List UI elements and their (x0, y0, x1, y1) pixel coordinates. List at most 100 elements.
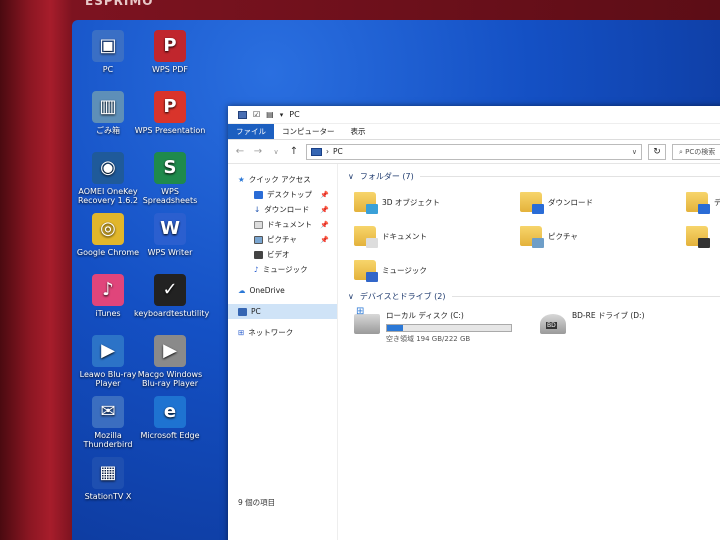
nav-onedrive[interactable]: ☁ OneDrive (228, 283, 337, 298)
leawo-player-icon: ▶ (92, 335, 124, 367)
chevron-down-icon[interactable]: ▾ (280, 111, 284, 119)
chevron-down-icon[interactable]: ∨ (632, 148, 637, 156)
folder-icon (686, 226, 710, 248)
folder-item[interactable]: 3D オブジェクト (354, 188, 520, 216)
folder-icon (354, 192, 378, 214)
keyboard-test-icon: ✓ (154, 274, 186, 306)
chevron-down-icon: ∨ (348, 291, 354, 301)
window-title: PC (289, 110, 300, 119)
drives-group-header[interactable]: ∨ デバイスとドライブ (2) (348, 288, 720, 304)
tab-view[interactable]: 表示 (343, 124, 374, 139)
nav-label: ドキュメント (267, 220, 312, 229)
nav-label: ダウンロード (264, 205, 310, 214)
wps-writer-icon: W (154, 213, 186, 245)
search-input[interactable]: ⌕ PCの検索 (672, 143, 720, 160)
nav-videos[interactable]: ビデオ (228, 247, 337, 262)
nav-desktop[interactable]: デスクトップ 📌 (228, 187, 337, 202)
folder-label: ピクチャ (548, 231, 578, 241)
refresh-button[interactable]: ↻ (648, 143, 666, 160)
folder-icon (354, 260, 378, 282)
nav-label: デスクトップ (267, 190, 312, 199)
folders-group-header[interactable]: ∨ フォルダー (7) (348, 168, 720, 184)
station-tv-icon: ▦ (92, 457, 124, 489)
desktop-icon-wps-presentation[interactable]: P WPS Presentation (134, 91, 206, 135)
pin-icon[interactable]: 📌 (320, 206, 329, 214)
desktop-icon-label: WPS Writer (147, 248, 193, 257)
desktop-icon-macgo-player[interactable]: ▶ Macgo Windows Blu-ray Player (134, 335, 206, 388)
drive-list: ⊞ ローカル ディスク (C:) 空き領域 194 GB/222 GB BD B… (348, 304, 720, 344)
folder-label: ダウンロード (548, 197, 593, 207)
address-bar[interactable]: › PC ∨ (306, 143, 642, 160)
ribbon: ファイル コンピューター 表示 (228, 124, 720, 140)
itunes-icon: ♪ (92, 274, 124, 306)
nav-label: ネットワーク (248, 328, 294, 337)
macgo-player-icon: ▶ (154, 335, 186, 367)
network-icon: ⊞ (238, 328, 245, 337)
breadcrumb-separator: › (326, 147, 329, 156)
folder-item[interactable] (686, 222, 720, 250)
desktop-icon-label: Macgo Windows Blu-ray Player (137, 370, 203, 389)
breadcrumb[interactable]: PC (333, 147, 343, 156)
pin-icon[interactable]: 📌 (320, 191, 329, 199)
desktop-icon-label: WPS Presentation (134, 126, 206, 135)
desktop-icon-label: keyboardtestutility (134, 309, 210, 318)
explorer-window: ☑ ▤ ▾ PC ファイル コンピューター 表示 ← → ∨ ↑ › PC ∨ … (228, 106, 720, 540)
nav-pictures[interactable]: ピクチャ 📌 (228, 232, 337, 247)
nav-documents[interactable]: ドキュメント 📌 (228, 217, 337, 232)
folder-grid: 3D オブジェクト ダウンロード デドキュメント ピクチャミュージック (348, 184, 720, 288)
hard-drive-icon: ⊞ (354, 306, 380, 334)
forward-button[interactable]: → (252, 146, 264, 157)
up-button[interactable]: ↑ (288, 146, 300, 157)
search-placeholder: PCの検索 (685, 147, 716, 156)
star-icon: ★ (238, 175, 245, 184)
folder-label: 3D オブジェクト (382, 197, 440, 207)
pc-icon: ▣ (92, 30, 124, 62)
desktop-icon-keyboard-test[interactable]: ✓ keyboardtestutility (134, 274, 210, 318)
desktop-icon-station-tv[interactable]: ▦ StationTV X (72, 457, 144, 501)
nav-network[interactable]: ⊞ ネットワーク (228, 325, 337, 340)
desktop-icon-wps-spreadsheets[interactable]: S WPS Spreadsheets (134, 152, 206, 205)
folder-item[interactable]: デ (686, 188, 720, 216)
folder-item[interactable]: ピクチャ (520, 222, 686, 250)
nav-label: PC (251, 307, 261, 316)
drive-c[interactable]: ⊞ ローカル ディスク (C:) 空き領域 194 GB/222 GB (354, 306, 522, 344)
pin-icon[interactable]: 📌 (320, 221, 329, 229)
aomei-recovery-icon: ◉ (92, 152, 124, 184)
folder-label: ドキュメント (382, 231, 427, 241)
pc-icon (311, 147, 322, 156)
nav-pc[interactable]: PC (228, 304, 337, 319)
folder-label: デ (714, 197, 720, 207)
nav-label: ミュージック (262, 265, 308, 274)
desktop-icon-wps-pdf[interactable]: P WPS PDF (134, 30, 206, 74)
drive-name: ローカル ディスク (C:) (386, 311, 464, 320)
drive-usage-bar (386, 324, 512, 332)
nav-quick-access[interactable]: ★ クイック アクセス (228, 172, 337, 187)
nav-downloads[interactable]: ↓ ダウンロード 📌 (228, 202, 337, 217)
desktop-icon-wps-writer[interactable]: W WPS Writer (134, 213, 206, 257)
tab-file[interactable]: ファイル (228, 124, 274, 139)
wps-spreadsheets-icon: S (154, 152, 186, 184)
drive-d[interactable]: BD BD-RE ドライブ (D:) (540, 310, 708, 344)
group-title: フォルダー (7) (359, 171, 414, 181)
folder-item[interactable]: ミュージック (354, 256, 520, 284)
group-title: デバイスとドライブ (2) (359, 291, 446, 301)
folder-item[interactable]: ダウンロード (520, 188, 686, 216)
thunderbird-icon: ✉ (92, 396, 124, 428)
back-button[interactable]: ← (234, 146, 246, 157)
nav-label: OneDrive (249, 286, 285, 295)
check-icon[interactable]: ☑ (253, 110, 260, 119)
nav-music[interactable]: ♪ ミュージック (228, 262, 337, 277)
download-icon: ↓ (254, 205, 261, 214)
folder-icon (686, 192, 710, 214)
tab-computer[interactable]: コンピューター (274, 124, 343, 139)
folder-quick-icon[interactable]: ▤ (266, 110, 274, 119)
folder-item[interactable]: ドキュメント (354, 222, 520, 250)
recent-dropdown[interactable]: ∨ (270, 148, 282, 156)
document-icon (254, 220, 263, 229)
content-pane: ∨ フォルダー (7) 3D オブジェクト ダウンロード デドキュメント ピクチャミュ… (338, 164, 720, 540)
brand-label: ESPRIMO (85, 0, 154, 8)
pin-icon[interactable]: 📌 (320, 236, 329, 244)
microsoft-edge-icon: e (154, 396, 186, 428)
desktop-icon-microsoft-edge[interactable]: e Microsoft Edge (134, 396, 206, 440)
desktop-icon-label: Microsoft Edge (140, 431, 200, 440)
